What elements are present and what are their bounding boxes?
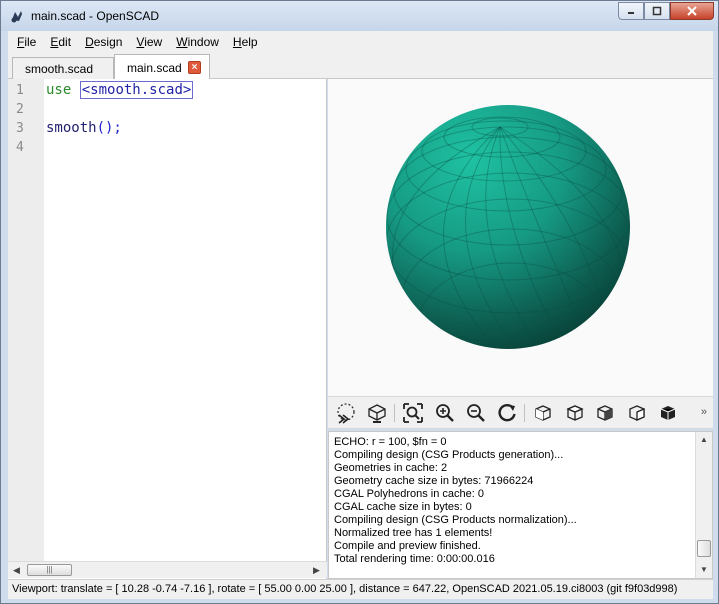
close-tab-icon[interactable]: × xyxy=(188,61,201,74)
toolbar-more-icon[interactable]: » xyxy=(701,406,707,418)
window-controls xyxy=(618,2,714,20)
menu-design[interactable]: Design xyxy=(78,32,129,52)
console-output[interactable]: ECHO: r = 100, $fn = 0 Compiling design … xyxy=(328,431,713,579)
console-line: Compiling design (CSG Products generatio… xyxy=(334,449,564,461)
status-bar: Viewport: translate = [ 10.28 -0.74 -7.1… xyxy=(8,579,713,599)
line-number: 4 xyxy=(16,140,24,155)
line-number-gutter: 1 2 3 4 xyxy=(8,79,44,561)
console-line: Compile and preview finished. xyxy=(334,540,481,552)
console-line: Total rendering time: 0:00:00.016 xyxy=(334,553,495,565)
openscad-icon xyxy=(11,11,22,23)
app-window: main.scad - OpenSCAD File Edit Design Vi… xyxy=(0,0,719,604)
tab-label: main.scad xyxy=(127,61,182,75)
view-left-icon[interactable] xyxy=(626,402,648,424)
scroll-up-icon[interactable]: ▲ xyxy=(700,435,708,444)
reset-view-icon[interactable] xyxy=(496,402,518,424)
maximize-button[interactable] xyxy=(644,2,670,20)
console-line: Compiling design (CSG Products normaliza… xyxy=(334,514,577,526)
view-front-icon[interactable] xyxy=(657,402,679,424)
console-line: Geometries in cache: 2 xyxy=(334,462,448,474)
console-line: ECHO: r = 100, $fn = 0 xyxy=(334,436,447,448)
console-line: CGAL cache size in bytes: 0 xyxy=(334,501,472,513)
use-keyword: use xyxy=(46,82,72,98)
viewport-status: Viewport: translate = [ 10.28 -0.74 -7.1… xyxy=(12,583,678,595)
console-line: CGAL Polyhedrons in cache: 0 xyxy=(334,488,485,500)
minimize-button[interactable] xyxy=(618,2,644,20)
editor-tab-bar: smooth.scad main.scad × xyxy=(8,53,713,80)
sphere-render xyxy=(386,105,630,349)
line-number: 3 xyxy=(16,121,24,136)
viewer-toolbar: » xyxy=(328,396,713,429)
view-bottom-icon[interactable] xyxy=(594,402,616,424)
maximize-icon xyxy=(652,6,662,16)
scrollbar-thumb[interactable]: ||| xyxy=(27,564,72,576)
scroll-right-icon[interactable]: ▶ xyxy=(313,565,320,576)
menu-bar: File Edit Design View Window Help xyxy=(8,31,713,53)
title-bar[interactable]: main.scad - OpenSCAD xyxy=(1,1,718,31)
menu-window[interactable]: Window xyxy=(169,32,226,52)
close-icon xyxy=(687,6,697,16)
editor-horizontal-scrollbar[interactable]: ◀ ||| ▶ xyxy=(8,561,327,578)
menu-view[interactable]: View xyxy=(129,32,169,52)
view-all-icon[interactable] xyxy=(402,402,424,424)
function-call: smooth xyxy=(46,120,97,136)
tab-label: smooth.scad xyxy=(25,62,94,76)
scroll-left-icon[interactable]: ◀ xyxy=(13,565,20,576)
console-line: Geometry cache size in bytes: 71966224 xyxy=(334,475,534,487)
code-line-1[interactable]: use <smooth.scad> xyxy=(46,81,194,99)
tab-smooth-scad[interactable]: smooth.scad xyxy=(12,57,114,79)
scrollbar-thumb[interactable] xyxy=(697,540,711,557)
line-number: 2 xyxy=(16,102,24,117)
view-top-icon[interactable] xyxy=(564,402,586,424)
minimize-icon xyxy=(628,12,634,14)
toolbar-separator xyxy=(394,404,395,422)
menu-edit[interactable]: Edit xyxy=(43,32,78,52)
console-vertical-scrollbar[interactable]: ▲ ▼ xyxy=(695,432,712,578)
window-title: main.scad - OpenSCAD xyxy=(31,9,160,23)
code-line-3[interactable]: smooth(); xyxy=(46,120,122,136)
call-parens: (); xyxy=(96,120,122,136)
zoom-out-icon[interactable] xyxy=(465,402,487,424)
close-button[interactable] xyxy=(670,2,714,20)
toolbar-separator xyxy=(524,404,525,422)
line-number: 1 xyxy=(16,83,24,98)
console-line: Normalized tree has 1 elements! xyxy=(334,527,493,539)
code-editor[interactable]: 1 2 3 4 use <smooth.scad> smooth(); ◀ ||… xyxy=(8,79,327,579)
include-path: <smooth.scad> xyxy=(79,81,194,99)
scroll-down-icon[interactable]: ▼ xyxy=(700,565,708,574)
menu-help[interactable]: Help xyxy=(226,32,265,52)
view-right-icon[interactable] xyxy=(532,402,554,424)
3d-viewport[interactable] xyxy=(328,79,713,396)
tab-main-scad[interactable]: main.scad × xyxy=(114,54,210,80)
menu-file[interactable]: File xyxy=(10,32,43,52)
zoom-in-icon[interactable] xyxy=(434,402,456,424)
render-icon[interactable] xyxy=(366,402,388,424)
preview-icon[interactable] xyxy=(335,402,357,424)
